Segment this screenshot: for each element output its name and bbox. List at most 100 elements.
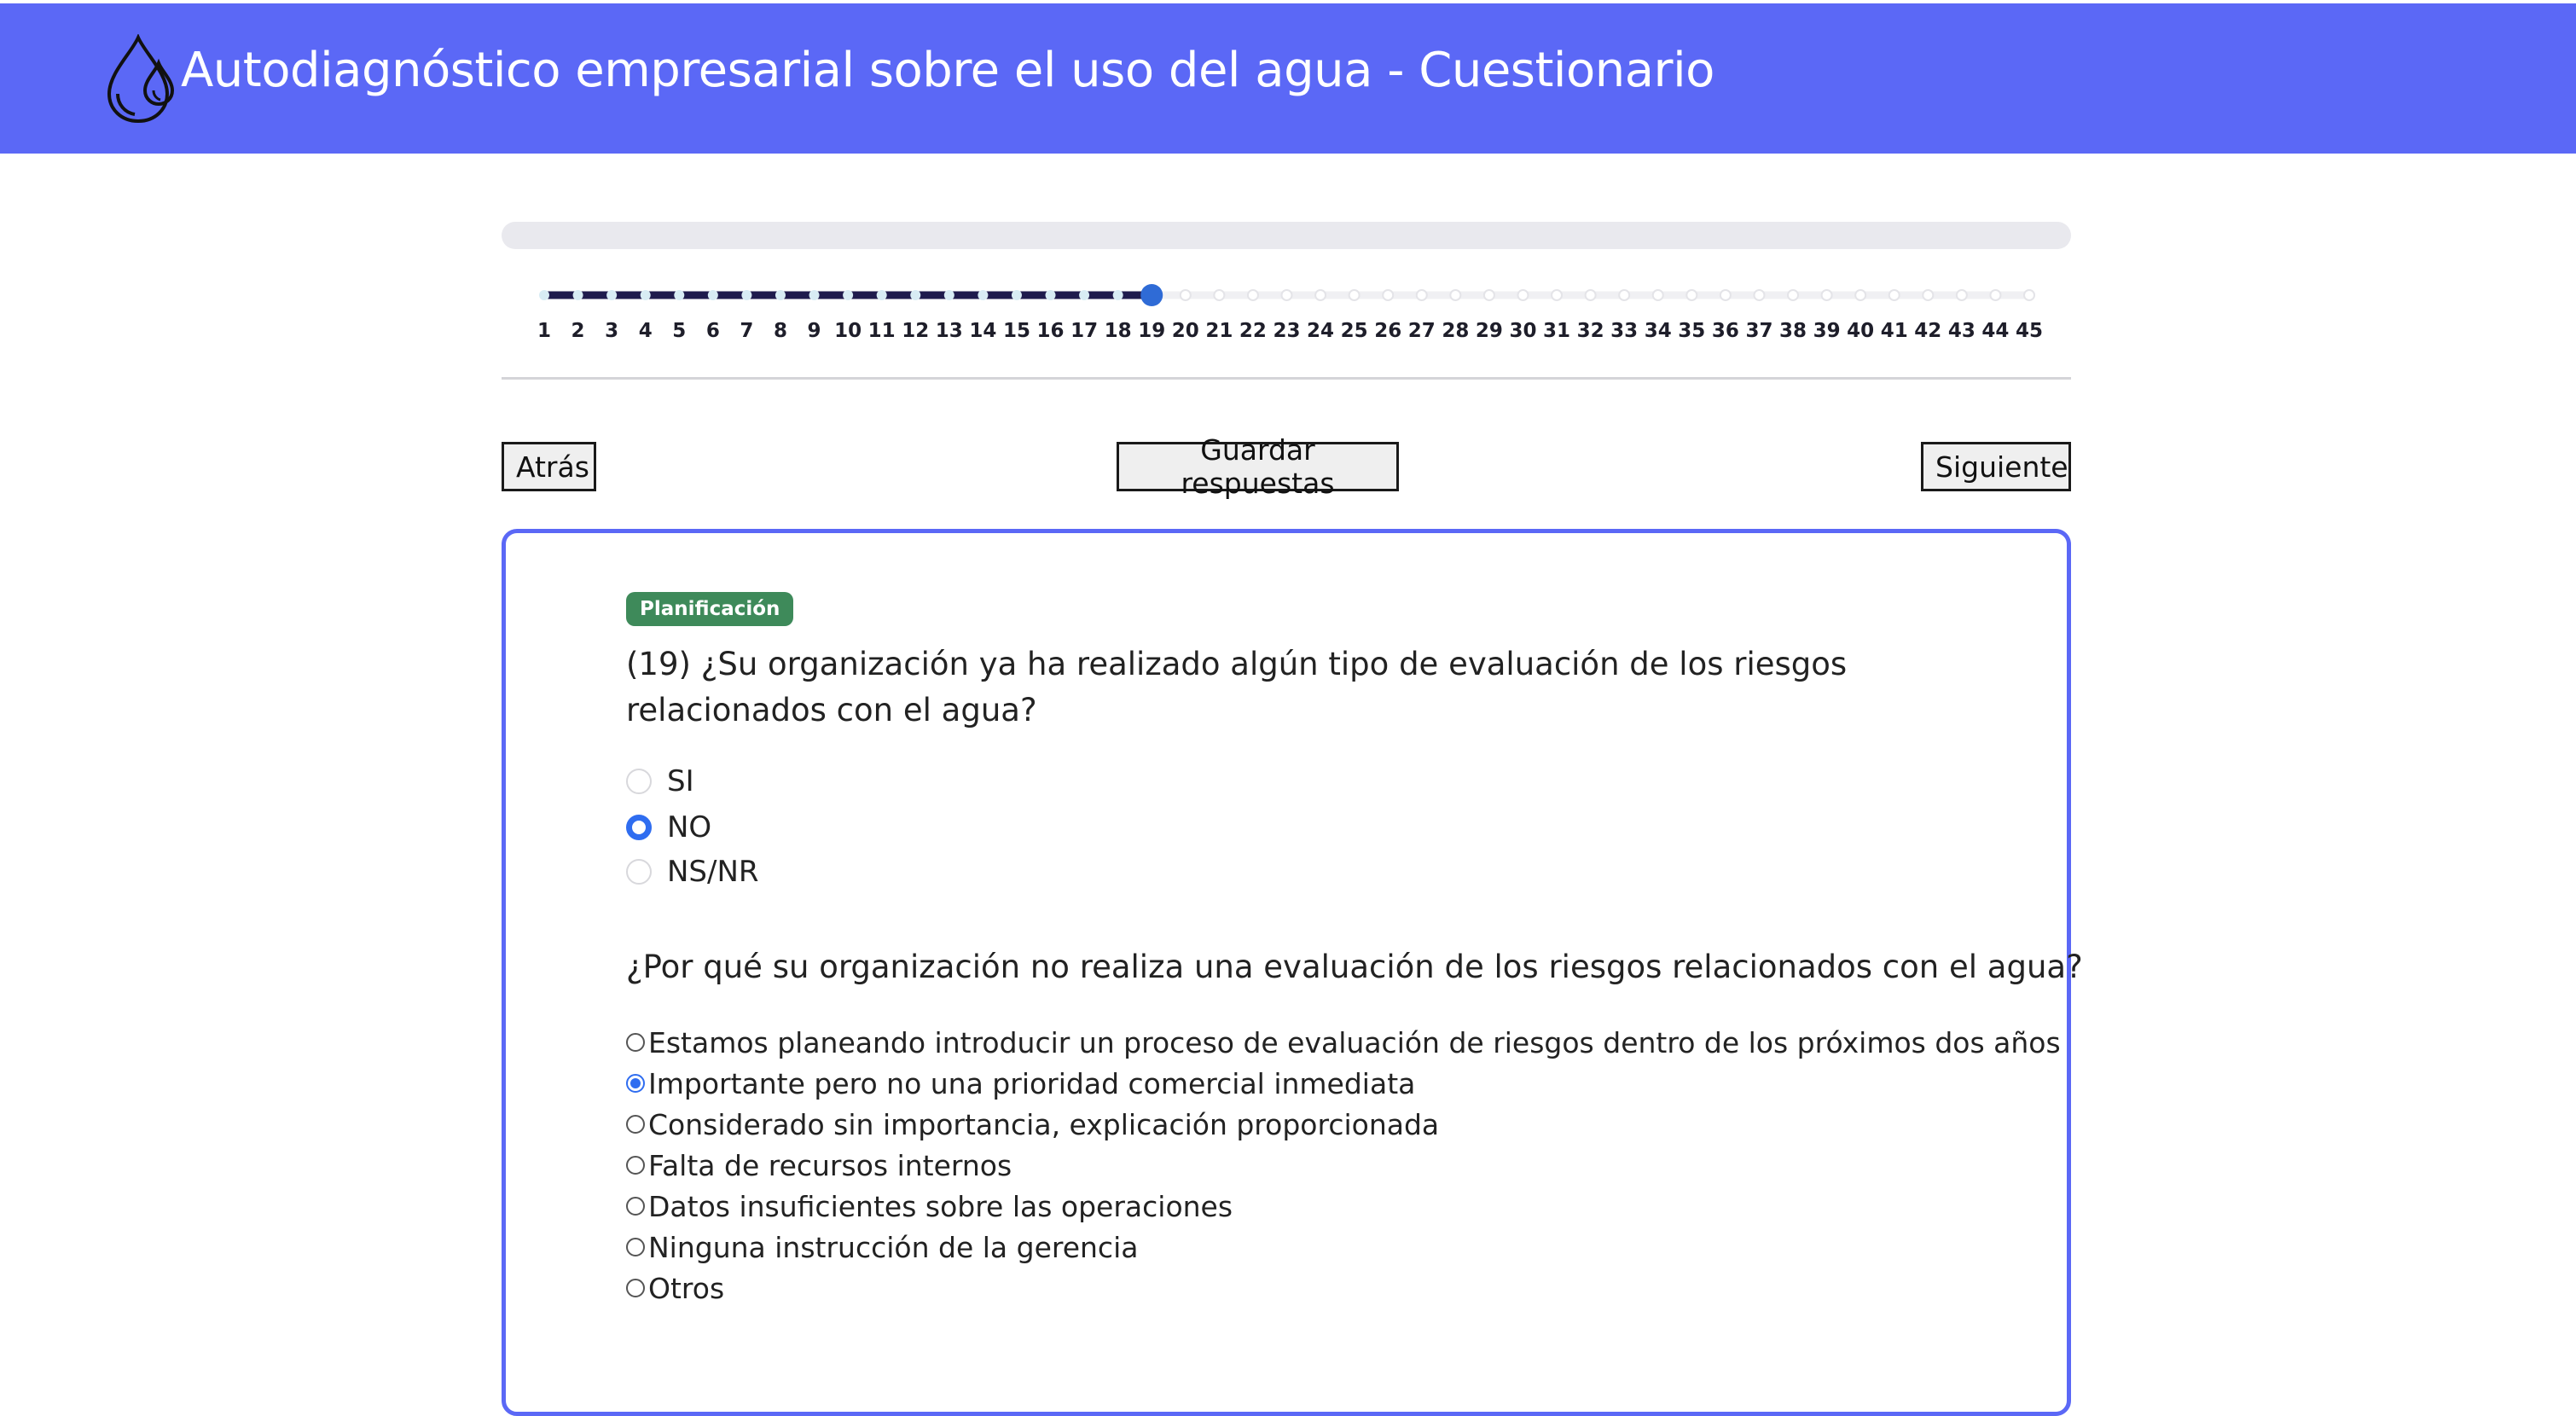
step-dot-17[interactable] [1079, 290, 1090, 300]
step-label-16[interactable]: 16 [1037, 320, 1065, 342]
step-label-31[interactable]: 31 [1543, 320, 1570, 342]
step-dot-16[interactable] [1045, 290, 1056, 300]
step-dot-27[interactable] [1415, 289, 1428, 301]
step-dot-13[interactable] [943, 290, 954, 300]
followup-radio[interactable] [626, 1156, 645, 1175]
step-dot-11[interactable] [876, 290, 887, 300]
step-label-12[interactable]: 12 [902, 320, 929, 342]
step-dot-10[interactable] [843, 290, 854, 300]
step-label-7[interactable]: 7 [740, 320, 753, 342]
step-dot-41[interactable] [1888, 289, 1900, 301]
step-label-34[interactable]: 34 [1645, 320, 1672, 342]
step-dot-8[interactable] [775, 290, 786, 300]
step-dot-42[interactable] [1922, 289, 1935, 301]
radio-nsnr[interactable] [626, 859, 652, 885]
step-label-20[interactable]: 20 [1172, 320, 1199, 342]
step-label-33[interactable]: 33 [1610, 320, 1638, 342]
step-label-41[interactable]: 41 [1881, 320, 1908, 342]
back-button[interactable]: Atrás [502, 442, 596, 491]
step-label-1[interactable]: 1 [537, 320, 551, 342]
step-dot-32[interactable] [1584, 289, 1597, 301]
step-label-29[interactable]: 29 [1476, 320, 1503, 342]
step-dot-40[interactable] [1854, 289, 1867, 301]
followup-radio[interactable] [626, 1074, 645, 1093]
followup-radio[interactable] [626, 1033, 645, 1052]
followup-radio[interactable] [626, 1238, 645, 1256]
option-nsnr[interactable]: NS/NR [626, 853, 759, 891]
step-dot-19[interactable] [1140, 284, 1163, 306]
step-label-24[interactable]: 24 [1307, 320, 1334, 342]
step-label-19[interactable]: 19 [1138, 320, 1165, 342]
step-dot-36[interactable] [1719, 289, 1732, 301]
option-si[interactable]: SI [626, 763, 694, 800]
step-dot-30[interactable] [1517, 289, 1529, 301]
step-label-17[interactable]: 17 [1070, 320, 1098, 342]
step-dot-22[interactable] [1246, 289, 1259, 301]
step-label-38[interactable]: 38 [1779, 320, 1807, 342]
step-label-43[interactable]: 43 [1948, 320, 1976, 342]
step-dot-35[interactable] [1685, 289, 1698, 301]
step-label-36[interactable]: 36 [1712, 320, 1739, 342]
followup-option[interactable]: Estamos planeando introducir un proceso … [626, 1025, 2061, 1059]
step-label-13[interactable]: 13 [936, 320, 963, 342]
next-button[interactable]: Siguiente [1921, 442, 2071, 491]
followup-option[interactable]: Datos insuficientes sobre las operacione… [626, 1189, 1233, 1223]
step-dot-28[interactable] [1449, 289, 1462, 301]
step-dot-1[interactable] [539, 290, 549, 300]
step-label-26[interactable]: 26 [1374, 320, 1401, 342]
step-label-14[interactable]: 14 [969, 320, 996, 342]
radio-si[interactable] [626, 769, 652, 794]
step-label-5[interactable]: 5 [672, 320, 686, 342]
step-label-4[interactable]: 4 [639, 320, 653, 342]
step-label-32[interactable]: 32 [1577, 320, 1604, 342]
step-label-21[interactable]: 21 [1205, 320, 1233, 342]
step-label-8[interactable]: 8 [774, 320, 787, 342]
step-dot-43[interactable] [1955, 289, 1968, 301]
step-dot-2[interactable] [572, 290, 583, 300]
step-dot-23[interactable] [1280, 289, 1293, 301]
save-answers-button[interactable]: Guardar respuestas [1117, 433, 1399, 500]
followup-option[interactable]: Ninguna instrucción de la gerencia [626, 1230, 1138, 1264]
step-dot-29[interactable] [1482, 289, 1495, 301]
step-dot-9[interactable] [809, 290, 820, 300]
step-dot-44[interactable] [1989, 289, 2002, 301]
followup-radio[interactable] [626, 1197, 645, 1216]
step-label-27[interactable]: 27 [1408, 320, 1436, 342]
step-dot-25[interactable] [1348, 289, 1361, 301]
step-label-18[interactable]: 18 [1105, 320, 1132, 342]
step-label-11[interactable]: 11 [868, 320, 896, 342]
step-label-15[interactable]: 15 [1003, 320, 1030, 342]
radio-no[interactable] [626, 815, 652, 840]
step-label-3[interactable]: 3 [605, 320, 618, 342]
step-dot-24[interactable] [1314, 289, 1327, 301]
step-label-39[interactable]: 39 [1813, 320, 1841, 342]
step-label-37[interactable]: 37 [1745, 320, 1772, 342]
step-dot-12[interactable] [910, 290, 921, 300]
step-dot-21[interactable] [1213, 289, 1226, 301]
step-dot-15[interactable] [1011, 290, 1022, 300]
step-dot-6[interactable] [707, 290, 718, 300]
followup-option[interactable]: Importante pero no una prioridad comerci… [626, 1066, 1415, 1100]
step-label-44[interactable]: 44 [1981, 320, 2009, 342]
followup-option[interactable]: Falta de recursos internos [626, 1148, 1012, 1182]
step-dot-7[interactable] [741, 290, 752, 300]
step-label-25[interactable]: 25 [1341, 320, 1368, 342]
followup-option[interactable]: Otros [626, 1271, 724, 1305]
step-dot-4[interactable] [640, 290, 651, 300]
step-label-6[interactable]: 6 [706, 320, 720, 342]
followup-radio[interactable] [626, 1115, 645, 1134]
option-no[interactable]: NO [626, 809, 711, 846]
step-dot-20[interactable] [1179, 289, 1192, 301]
step-dot-26[interactable] [1382, 289, 1395, 301]
step-dot-45[interactable] [2023, 289, 2035, 301]
step-label-45[interactable]: 45 [2016, 320, 2043, 342]
step-dot-5[interactable] [674, 290, 685, 300]
step-label-30[interactable]: 30 [1509, 320, 1536, 342]
step-dot-31[interactable] [1551, 289, 1564, 301]
followup-option[interactable]: Considerado sin importancia, explicación… [626, 1107, 1439, 1141]
step-label-9[interactable]: 9 [808, 320, 821, 342]
step-dot-38[interactable] [1787, 289, 1800, 301]
step-label-35[interactable]: 35 [1678, 320, 1705, 342]
step-label-10[interactable]: 10 [834, 320, 862, 342]
step-label-40[interactable]: 40 [1847, 320, 1874, 342]
